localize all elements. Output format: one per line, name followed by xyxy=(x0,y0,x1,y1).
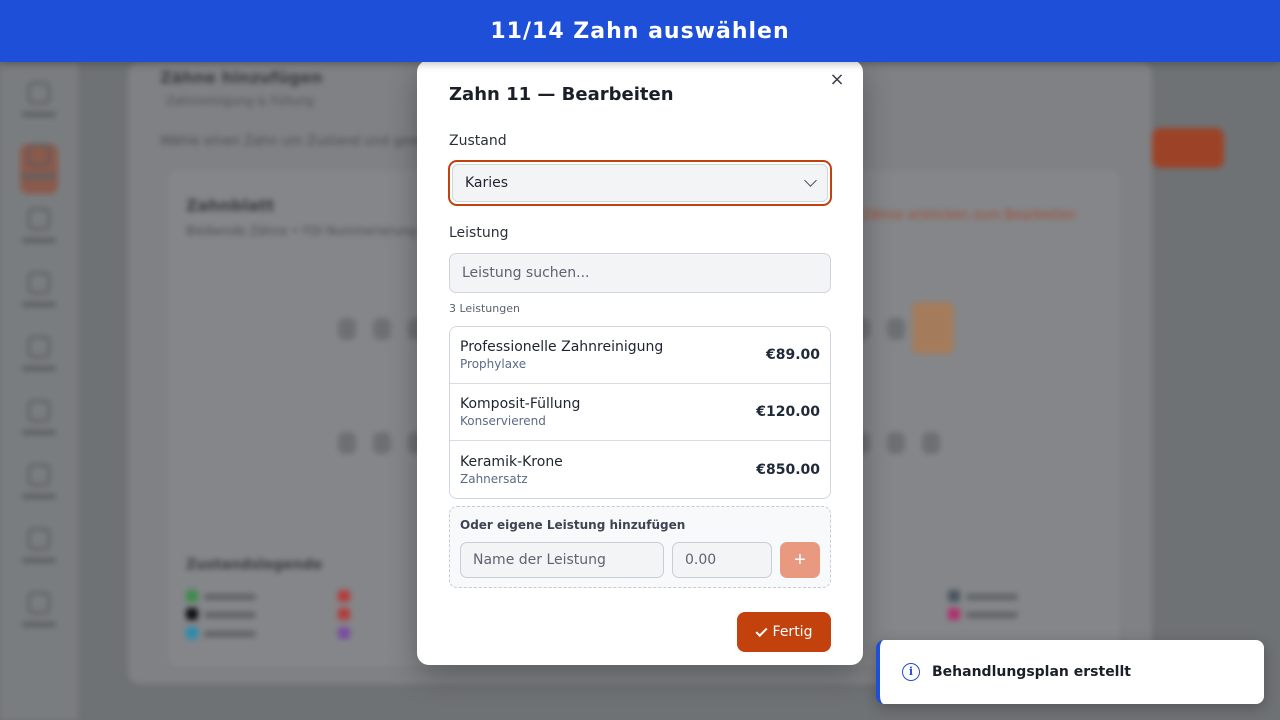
service-price: €89.00 xyxy=(765,347,820,363)
custom-service-box: Oder eigene Leistung hinzufügen + xyxy=(449,506,831,588)
legend-swatch xyxy=(186,608,198,620)
custom-service-label: Oder eigene Leistung hinzufügen xyxy=(460,518,686,532)
tooth xyxy=(887,318,905,340)
service-item[interactable]: Keramik-Krone Zahnersatz €850.00 xyxy=(450,441,830,498)
service-category: Prophylaxe xyxy=(460,357,527,371)
background-action-button xyxy=(1152,128,1224,168)
legend-swatch xyxy=(186,627,198,639)
info-icon: i xyxy=(902,663,920,681)
tooth xyxy=(338,318,356,340)
legend-label xyxy=(204,631,256,637)
sidebar xyxy=(0,62,78,720)
condition-select[interactable]: Karies xyxy=(448,160,832,206)
edit-tooth-modal: × Zahn 11 — Bearbeiten Zustand Karies Le… xyxy=(417,60,863,665)
service-list: Professionelle Zahnreinigung Prophylaxe … xyxy=(449,326,831,499)
legend-swatch xyxy=(948,608,960,620)
tooth xyxy=(922,432,940,454)
done-button[interactable]: Fertig xyxy=(737,612,831,652)
tooth xyxy=(373,432,391,454)
close-icon[interactable]: × xyxy=(827,70,847,90)
service-item[interactable]: Professionelle Zahnreinigung Prophylaxe … xyxy=(450,327,830,384)
service-name: Professionelle Zahnreinigung xyxy=(460,339,664,355)
step-banner: 11/14 Zahn auswählen xyxy=(0,0,1280,62)
legend-swatch xyxy=(338,627,350,639)
sidebar-item xyxy=(20,336,58,386)
sidebar-item xyxy=(20,82,58,132)
tooth-chart-subtitle: Bleibende Zähne • FDI Nummerierung xyxy=(186,224,417,238)
tooth xyxy=(338,432,356,454)
legend-label xyxy=(204,594,256,600)
breadcrumb: Zahnreinigung & Füllung xyxy=(166,94,314,108)
service-name: Keramik-Krone xyxy=(460,453,563,470)
condition-select-value: Karies xyxy=(465,175,509,191)
service-price: €120.00 xyxy=(756,404,820,420)
service-item[interactable]: Komposit-Füllung Konservierend €120.00 xyxy=(450,384,830,441)
modal-title: Zahn 11 — Bearbeiten xyxy=(449,84,674,105)
toast-text: Behandlungsplan erstellt xyxy=(932,664,1131,680)
sidebar-item-active xyxy=(20,144,58,194)
tooth xyxy=(887,432,905,454)
legend-swatch xyxy=(338,608,350,620)
custom-service-name-input[interactable] xyxy=(460,542,664,578)
tooth-image xyxy=(912,302,954,354)
service-label: Leistung xyxy=(449,225,509,241)
sidebar-item xyxy=(20,464,58,514)
tooth-chart-link: Zähne anklicken zum Bearbeiten xyxy=(862,208,1077,223)
sidebar-item xyxy=(20,208,58,258)
custom-service-price-input[interactable] xyxy=(672,542,772,578)
check-icon xyxy=(755,624,768,637)
legend-swatch xyxy=(948,590,960,602)
condition-label: Zustand xyxy=(449,133,507,149)
sidebar-item xyxy=(20,400,58,450)
sidebar-item xyxy=(20,272,58,322)
sidebar-item xyxy=(20,592,58,642)
service-search-input[interactable] xyxy=(449,253,831,293)
legend-swatch xyxy=(338,590,350,602)
service-category: Konservierend xyxy=(460,414,546,428)
background-title: Zähne hinzufügen xyxy=(160,68,323,87)
legend-label xyxy=(966,612,1018,618)
toast-notification: i Behandlungsplan erstellt xyxy=(876,640,1264,704)
step-banner-text: 11/14 Zahn auswählen xyxy=(490,18,790,44)
chevron-down-icon xyxy=(804,174,817,187)
tooth xyxy=(373,318,391,340)
service-category: Zahnersatz xyxy=(460,471,528,486)
add-custom-service-button[interactable]: + xyxy=(780,542,820,578)
condition-select-box[interactable]: Karies xyxy=(452,164,828,202)
service-name: Komposit-Füllung xyxy=(460,396,581,412)
sidebar-item xyxy=(20,528,58,578)
plus-icon: + xyxy=(794,549,806,571)
service-price: €850.00 xyxy=(756,461,820,478)
legend-title: Zustandslegende xyxy=(186,557,323,573)
service-count: 3 Leistungen xyxy=(449,302,520,315)
done-button-label: Fertig xyxy=(772,624,813,640)
legend-label xyxy=(204,612,256,618)
legend-label xyxy=(966,594,1018,600)
legend-swatch xyxy=(186,590,198,602)
tooth-chart-title: Zahnblatt xyxy=(186,196,275,215)
